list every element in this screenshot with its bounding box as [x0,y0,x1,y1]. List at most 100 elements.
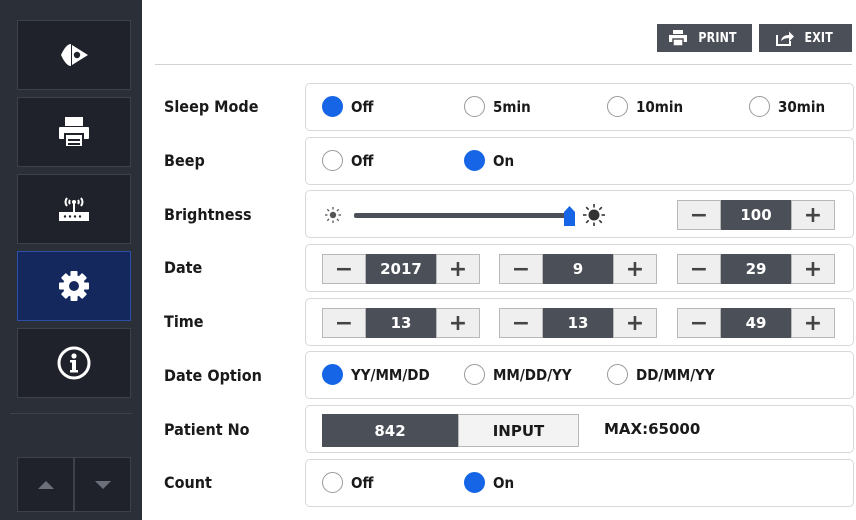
sidebar-item-settings[interactable] [17,251,131,321]
chevron-up-icon [37,480,54,489]
gear-icon [59,271,89,301]
date-option-ddmmyy[interactable]: DD/MM/YY [607,364,723,385]
info-icon [57,346,91,380]
minute-increment-button[interactable]: + [613,308,657,338]
date-option-mmddyy[interactable]: MM/DD/YY [464,364,580,385]
play-eye-icon [61,44,88,66]
chevron-down-icon [94,480,111,489]
second-decrement-button[interactable]: − [677,308,721,338]
minute-value: 13 [543,308,613,338]
option-label: On [493,151,515,170]
patient-no-input-button[interactable]: INPUT [458,414,579,447]
patient-no-label: Patient No [164,420,250,439]
radio-selected-icon [322,364,343,385]
sleep-mode-option-30min[interactable]: 30min [749,96,830,117]
radio-unselected-icon [464,364,485,385]
month-value: 9 [543,254,613,284]
sun-bright-icon [583,204,605,226]
sidebar-item-network[interactable] [17,174,131,244]
sidebar-item-printer[interactable] [17,97,131,167]
sun-dim-icon [325,207,341,223]
option-label: 5min [493,97,531,116]
brightness-slider-handle[interactable] [564,206,575,226]
date-option-label: Date Option [164,366,262,385]
hour-stepper: − 13 + [322,308,480,338]
printer-icon [669,30,688,46]
hour-decrement-button[interactable]: − [322,308,366,338]
sidebar-page-arrows [17,457,131,512]
radio-unselected-icon [464,96,485,117]
sleep-mode-option-off[interactable]: Off [322,96,376,117]
exit-label: EXIT [804,30,834,46]
beep-option-off[interactable]: Off [322,150,376,171]
hour-value: 13 [366,308,436,338]
sleep-mode-option-10min[interactable]: 10min [607,96,688,117]
day-value: 29 [721,254,791,284]
beep-label: Beep [164,151,205,170]
print-label: PRINT [698,30,738,46]
page-up-button[interactable] [17,457,74,512]
brightness-label: Brightness [164,205,252,224]
patient-no-value: 842 [322,414,458,447]
option-label: Off [351,473,374,492]
day-increment-button[interactable]: + [791,254,835,284]
header-divider [155,64,852,65]
patient-no-panel: 842 INPUT MAX:65000 [305,405,854,453]
brightness-slider-track[interactable] [354,213,568,218]
second-stepper: − 49 + [677,308,835,338]
brightness-stepper: − 100 + [677,200,835,230]
hour-increment-button[interactable]: + [436,308,480,338]
sidebar-item-info[interactable] [17,328,131,398]
brightness-decrement-button[interactable]: − [677,200,721,230]
count-panel: Off On [305,459,854,507]
print-button[interactable]: PRINT [657,24,752,52]
sidebar-item-display[interactable] [17,20,131,90]
time-panel: − 13 + − 13 + − 49 + [305,298,854,346]
date-panel: − 2017 + − 9 + − 29 + [305,244,854,292]
month-decrement-button[interactable]: − [499,254,543,284]
date-option-panel: YY/MM/DD MM/DD/YY DD/MM/YY [305,351,854,399]
sidebar [0,0,142,520]
month-increment-button[interactable]: + [613,254,657,284]
radio-selected-icon [464,472,485,493]
option-label: 10min [636,97,684,116]
option-label: On [493,473,515,492]
exit-button[interactable]: EXIT [759,24,852,52]
date-label: Date [164,258,203,277]
option-label: Off [351,151,374,170]
share-exit-icon [776,31,795,46]
count-option-off[interactable]: Off [322,472,376,493]
year-value: 2017 [366,254,436,284]
year-decrement-button[interactable]: − [322,254,366,284]
minute-decrement-button[interactable]: − [499,308,543,338]
radio-unselected-icon [607,364,628,385]
radio-selected-icon [322,96,343,117]
option-label: 30min [778,97,826,116]
sleep-mode-panel: Off 5min 10min 30min [305,83,854,131]
beep-panel: Off On [305,137,854,185]
date-option-yymmdd[interactable]: YY/MM/DD [322,364,438,385]
radio-selected-icon [464,150,485,171]
sleep-mode-label: Sleep Mode [164,97,259,116]
brightness-value: 100 [721,200,791,230]
radio-unselected-icon [749,96,770,117]
sleep-mode-option-5min[interactable]: 5min [464,96,535,117]
beep-option-on[interactable]: On [464,150,516,171]
wireless-router-icon [59,197,89,221]
option-label: Off [351,97,374,116]
second-increment-button[interactable]: + [791,308,835,338]
day-stepper: − 29 + [677,254,835,284]
year-increment-button[interactable]: + [436,254,480,284]
brightness-panel: − 100 + [305,190,854,238]
minute-stepper: − 13 + [499,308,657,338]
printer-icon [59,117,89,148]
page-down-button[interactable] [74,457,131,512]
brightness-increment-button[interactable]: + [791,200,835,230]
day-decrement-button[interactable]: − [677,254,721,284]
radio-unselected-icon [607,96,628,117]
radio-unselected-icon [322,150,343,171]
option-label: YY/MM/DD [351,365,430,384]
second-value: 49 [721,308,791,338]
count-option-on[interactable]: On [464,472,516,493]
option-label: DD/MM/YY [636,365,715,384]
